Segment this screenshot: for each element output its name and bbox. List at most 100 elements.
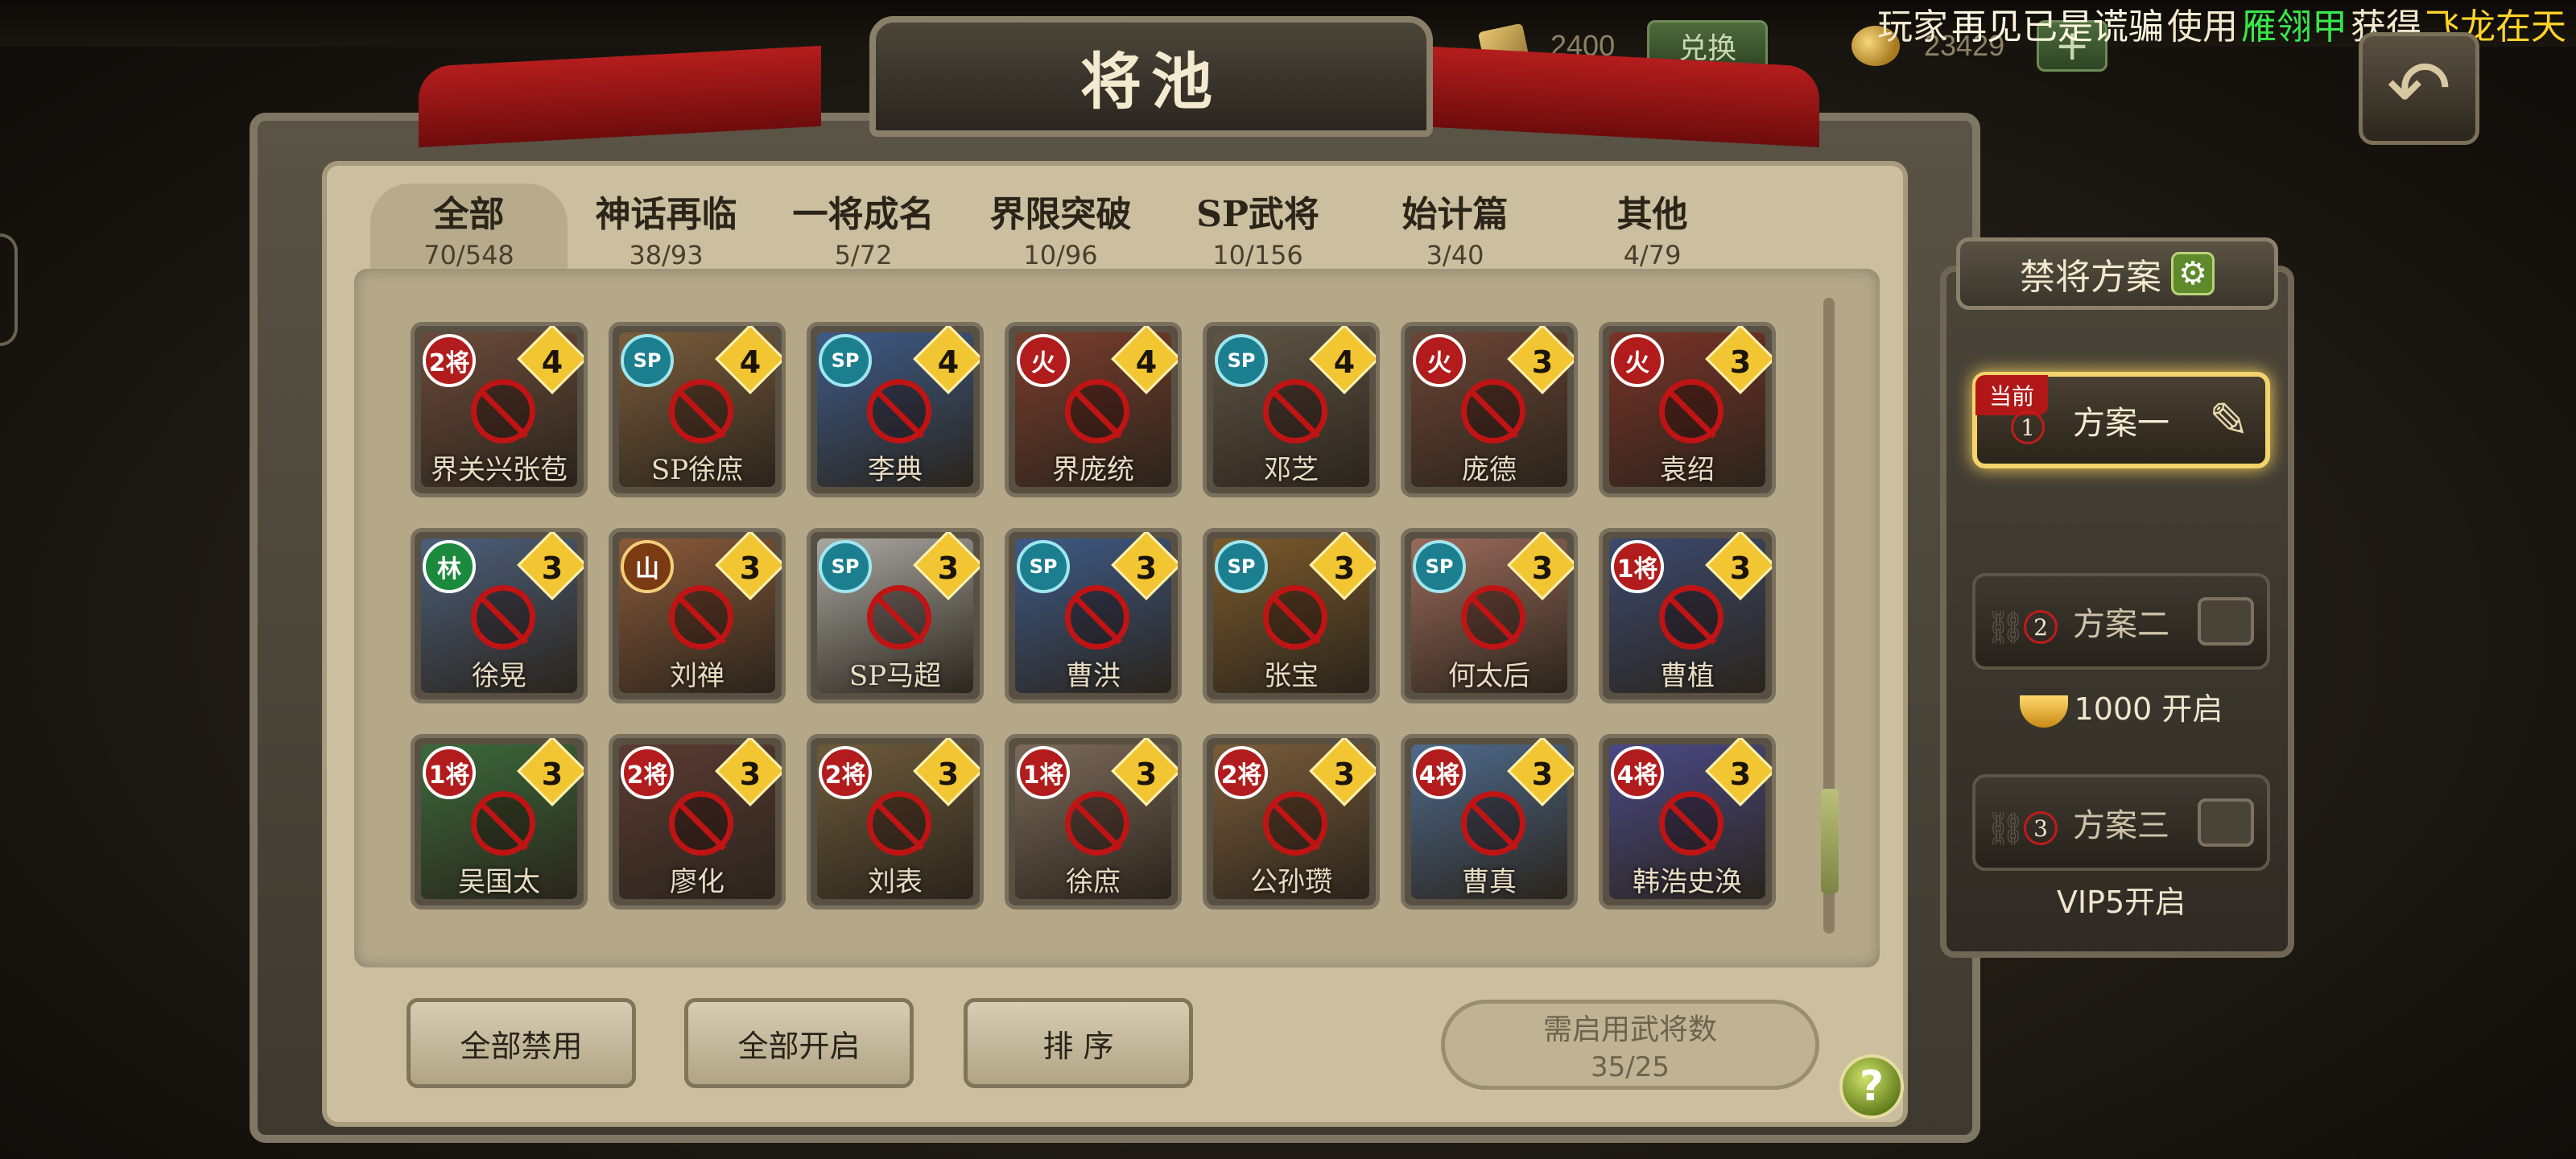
- general-name: 曹真: [1462, 866, 1517, 898]
- cost-value: 3: [1531, 757, 1554, 793]
- tab-label: 始计篇: [1402, 194, 1509, 235]
- category-tab[interactable]: 全部 70/548: [370, 184, 568, 272]
- cost-value: 3: [1333, 551, 1356, 587]
- faction-badge: SP: [1413, 540, 1466, 593]
- faction-badge: 4将: [1611, 746, 1664, 799]
- sort-button[interactable]: 排 序: [964, 998, 1193, 1088]
- faction-badge: 1将: [1017, 746, 1070, 799]
- ban-icon: [1065, 379, 1129, 443]
- category-tab[interactable]: 神话再临 38/93: [568, 184, 765, 272]
- cost-value: 3: [1729, 344, 1752, 381]
- cost-value: 4: [937, 344, 960, 381]
- required-count-display: 需启用武将数 35/25: [1441, 1000, 1819, 1090]
- faction-badge: 火: [1413, 334, 1466, 387]
- lock-icon: [2198, 798, 2254, 847]
- cost-value: 4: [1135, 344, 1158, 381]
- faction-badge: SP: [1017, 540, 1070, 593]
- ban-icon: [1065, 585, 1129, 650]
- faction-badge: 4将: [1413, 746, 1466, 799]
- general-card[interactable]: SP 3 曹洪: [1005, 528, 1182, 703]
- ban-icon: [1659, 585, 1724, 650]
- tab-label: 界限突破: [989, 194, 1132, 235]
- ban-icon: [669, 791, 733, 856]
- general-card[interactable]: 1将 3 吴国太: [411, 734, 588, 909]
- ban-icon: [1263, 585, 1327, 650]
- tab-count: 4/79: [1623, 240, 1682, 270]
- general-card[interactable]: 山 3 刘禅: [609, 528, 786, 703]
- general-name: 界关兴张苞: [431, 454, 568, 486]
- faction-badge: SP: [1215, 334, 1268, 387]
- category-tab[interactable]: SP武将 10/156: [1159, 184, 1356, 272]
- plan-three-unlock: VIP5开启: [2056, 885, 2186, 920]
- help-button[interactable]: ?: [1839, 1054, 1904, 1119]
- general-card[interactable]: SP 4 李典: [807, 322, 984, 497]
- general-name: 邓芝: [1264, 454, 1319, 486]
- tab-count: 70/548: [423, 240, 514, 270]
- general-card[interactable]: 1将 3 曹植: [1599, 528, 1776, 703]
- tab-label: 一将成名: [792, 194, 935, 235]
- plan-two-button[interactable]: ⛓ 2 方案二: [1972, 573, 2270, 670]
- general-name: 吴国太: [458, 866, 540, 898]
- general-name: 韩浩史涣: [1633, 866, 1742, 898]
- faction-badge: SP: [1215, 540, 1268, 593]
- marquee-segment: 玩家: [1877, 6, 1948, 47]
- category-tab[interactable]: 一将成名 5/72: [765, 184, 962, 272]
- ban-icon: [867, 585, 931, 650]
- plan-two-number: 2: [2024, 610, 2058, 644]
- faction-badge: SP: [621, 334, 674, 387]
- general-card[interactable]: 2将 3 刘表: [807, 734, 984, 909]
- general-card[interactable]: 2将 4 界关兴张苞: [411, 322, 588, 497]
- general-name: 界庞统: [1052, 454, 1134, 486]
- lock-icon: [2198, 597, 2254, 645]
- general-card[interactable]: 林 3 徐晃: [411, 528, 588, 703]
- ban-icon: [1461, 379, 1525, 443]
- general-card[interactable]: SP 3 SP马超: [807, 528, 984, 703]
- cost-value: 3: [1729, 757, 1752, 793]
- tab-label: 其他: [1616, 194, 1688, 235]
- enable-all-button[interactable]: 全部开启: [684, 998, 914, 1088]
- general-name: 廖化: [670, 866, 724, 898]
- general-card[interactable]: SP 3 何太后: [1401, 528, 1578, 703]
- category-tab[interactable]: 其他 4/79: [1554, 184, 1751, 272]
- general-card[interactable]: 1将 3 徐庶: [1005, 734, 1182, 909]
- general-card[interactable]: 4将 3 曹真: [1401, 734, 1578, 909]
- tab-count: 3/40: [1426, 240, 1484, 270]
- ban-icon: [1461, 791, 1525, 856]
- cost-value: 3: [541, 757, 564, 793]
- general-card[interactable]: 火 4 界庞统: [1005, 322, 1182, 497]
- gear-icon[interactable]: ⚙: [2171, 252, 2215, 295]
- general-name: 张宝: [1264, 660, 1319, 692]
- general-card[interactable]: 火 3 庞德: [1401, 322, 1578, 497]
- faction-badge: 1将: [423, 746, 476, 799]
- marquee-segment: 再见已是谎骗: [1951, 6, 2164, 47]
- plan-three-button[interactable]: ⛓ 3 方案三: [1972, 774, 2270, 871]
- general-card[interactable]: 2将 3 廖化: [609, 734, 786, 909]
- ban-icon: [1263, 791, 1327, 856]
- scrollbar-thumb[interactable]: [1821, 789, 1839, 893]
- general-name: 公孙瓒: [1250, 866, 1332, 898]
- edit-brush-icon[interactable]: ✎: [2209, 393, 2249, 449]
- general-card[interactable]: 火 3 袁绍: [1599, 322, 1776, 497]
- general-card[interactable]: SP 4 SP徐庶: [609, 322, 786, 497]
- general-name: 庞德: [1462, 454, 1517, 486]
- faction-badge: 火: [1017, 334, 1070, 387]
- title-plate: 将池: [869, 16, 1433, 137]
- back-button[interactable]: ↶: [2359, 32, 2479, 145]
- general-name: 袁绍: [1660, 454, 1715, 486]
- general-name: 何太后: [1448, 660, 1530, 692]
- general-card[interactable]: 4将 3 韩浩史涣: [1599, 734, 1776, 909]
- ban-all-button[interactable]: 全部禁用: [407, 998, 636, 1088]
- ban-icon: [867, 379, 931, 443]
- plan-one-button[interactable]: 当前 1 方案一 ✎: [1972, 372, 2270, 468]
- general-card[interactable]: SP 3 张宝: [1203, 528, 1380, 703]
- tab-count: 5/72: [834, 240, 893, 270]
- question-icon: ?: [1859, 1062, 1885, 1111]
- cost-value: 4: [739, 344, 762, 381]
- current-tag: 当前: [1975, 375, 2048, 415]
- category-tab[interactable]: 界限突破 10/96: [962, 184, 1159, 272]
- category-tab[interactable]: 始计篇 3/40: [1356, 184, 1554, 272]
- cost-value: 3: [937, 551, 960, 587]
- general-card[interactable]: 2将 3 公孙瓒: [1203, 734, 1380, 909]
- general-card[interactable]: SP 4 邓芝: [1203, 322, 1380, 497]
- category-tabs: 全部 70/548 神话再临 38/93 一将成名 5/72 界限突破 10/96 SP武将 10…: [370, 184, 1795, 272]
